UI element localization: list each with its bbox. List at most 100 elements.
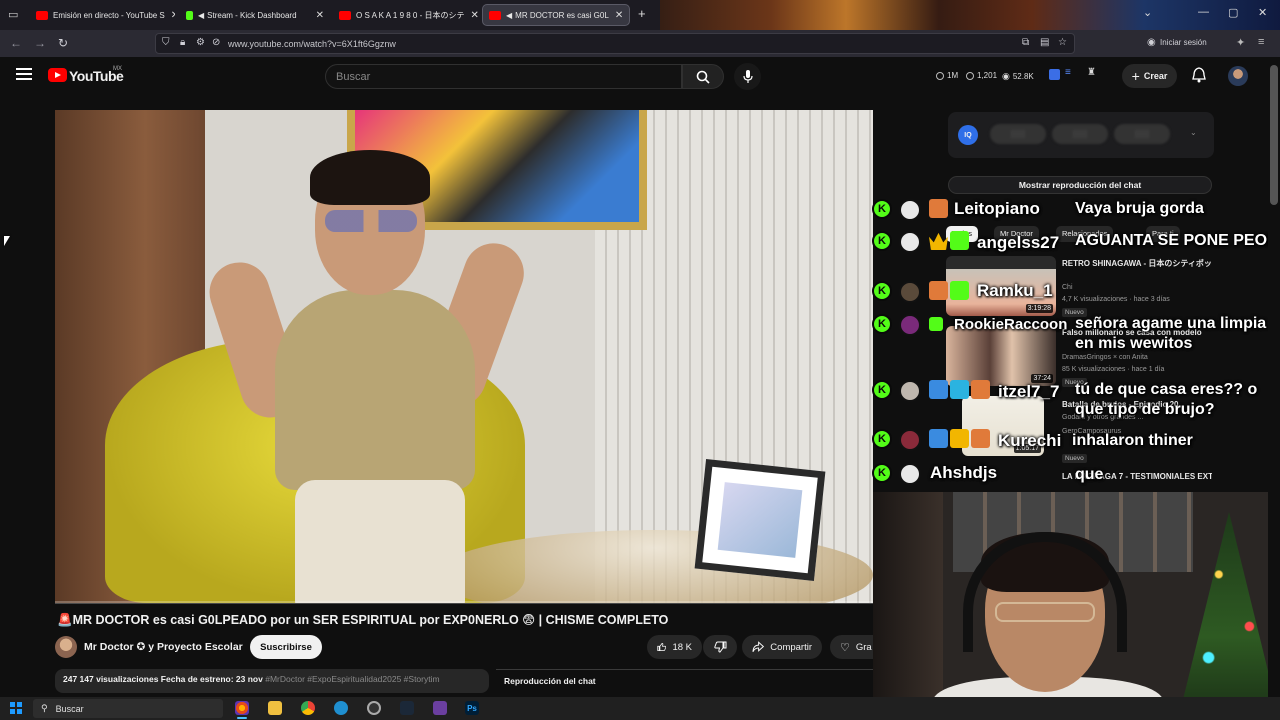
search-box[interactable] [325, 64, 682, 89]
heart-dollar-icon: ♡ [840, 641, 850, 654]
edge-icon[interactable] [334, 701, 348, 715]
chevron-down-icon[interactable]: ⌄ [1190, 128, 1197, 137]
maximize-icon[interactable]: ▢ [1228, 6, 1238, 19]
signin-link[interactable]: Iniciar sesión [1160, 38, 1207, 47]
verified-badge-icon [929, 317, 943, 331]
file-explorer-icon[interactable] [268, 701, 282, 715]
thanks-button[interactable]: ♡ Gra [830, 635, 873, 659]
youtube-favicon-icon [36, 10, 48, 20]
share-icon [752, 641, 765, 652]
shield-icon[interactable]: ⛉ [162, 37, 170, 48]
list-extension-icon[interactable]: ≡ [1065, 67, 1071, 78]
browser-tab-strip: ▭ Emisión en directo - YouTube S ✕ ◀ Str… [0, 0, 1280, 30]
description-tags[interactable]: #MrDoctor #ExpoEspiritualidad2025 #Story… [265, 674, 439, 684]
description-meta: 247 147 visualizaciones Fecha de estreno… [63, 674, 263, 684]
eye-icon: ◉ [1002, 71, 1010, 81]
audio-icon: ◀ [198, 10, 205, 20]
search-button[interactable] [682, 64, 724, 89]
reload-icon[interactable]: ↻ [58, 36, 68, 50]
tab-osaka-1980[interactable]: O S A K A 1 9 8 0 - 日本のシテ ✕ [333, 4, 478, 26]
reader-icon[interactable]: ▤ [1040, 37, 1049, 48]
new-tab-icon[interactable]: + [638, 6, 646, 21]
account-avatar[interactable] [1228, 66, 1248, 86]
subscribe-button[interactable]: Suscribirse [250, 635, 322, 659]
autoplay-blocked-icon[interactable]: ⊘ [212, 37, 220, 48]
close-tab-icon[interactable]: ✕ [609, 10, 623, 21]
extension-pill[interactable]: ▒▒▒ [1114, 124, 1170, 144]
user-avatar [899, 380, 921, 402]
youtube-masthead: YouTube MX 1M 1,201 ◉ 52.8K ≡ ♜ + Crear [0, 57, 1280, 97]
subscriber-badge-icon [971, 380, 990, 399]
video-title: 🚨MR DOCTOR es casi G0LPEADO por un SER E… [57, 613, 669, 627]
kick-logo-icon: K [872, 463, 892, 483]
extension-panel: IQ ▒▒▒ ▒▒▒ ▒▒▒ ⌄ [948, 112, 1214, 158]
close-window-icon[interactable]: ✕ [1258, 6, 1267, 19]
video-player[interactable] [55, 110, 873, 603]
trophy-icon[interactable]: ♜ [1087, 67, 1096, 78]
chat-username: Ahshdjs [930, 463, 998, 482]
firefox-icon[interactable] [235, 701, 249, 715]
extension-icon[interactable] [1049, 69, 1060, 80]
chat-replay-header[interactable]: Reproducción del chat [496, 669, 873, 693]
like-button[interactable]: 18 K [647, 635, 702, 659]
extension-logo-icon[interactable]: IQ [958, 125, 978, 145]
photoshop-icon[interactable]: Ps [465, 701, 479, 715]
close-tab-icon[interactable]: ✕ [165, 10, 175, 21]
tab-youtube-studio[interactable]: Emisión en directo - YouTube S ✕ [30, 4, 175, 26]
lock-icon[interactable]: 🔒︎ [180, 37, 185, 48]
stat-likes: 1,201 [966, 71, 997, 80]
windows-start-icon[interactable] [10, 702, 22, 714]
chrome-icon[interactable] [301, 701, 315, 715]
extension-pill[interactable]: ▒▒▒ [1052, 124, 1108, 144]
extensions-icon[interactable]: ✦ [1236, 36, 1245, 49]
tab-overflow-icon[interactable]: ⌄ [1143, 6, 1152, 19]
taskbar-search[interactable]: ⚲ Buscar [33, 699, 223, 718]
channel-name[interactable]: Mr Doctor ✪ y Proyecto Escolar [84, 641, 243, 653]
share-label: Compartir [770, 641, 812, 653]
steam-icon[interactable] [400, 701, 414, 715]
create-button[interactable]: + Crear [1122, 64, 1177, 88]
forward-icon[interactable]: → [34, 36, 46, 50]
tab-mr-doctor-active[interactable]: ◀ MR DOCTOR es casi G0L ✕ [482, 4, 630, 26]
account-icon[interactable]: ◉ [1147, 37, 1156, 48]
minimize-icon[interactable]: — [1198, 6, 1209, 18]
back-icon[interactable]: ← [10, 36, 22, 50]
kick-logo-icon: K [872, 380, 892, 400]
chat-text: AGUANTA SE PONE PEOR [1075, 232, 1279, 249]
stat-value: 52.8K [1012, 72, 1034, 81]
tab-label: MR DOCTOR es casi G0L [515, 10, 609, 20]
user-avatar [899, 429, 921, 451]
stat-views: 1M [936, 71, 958, 80]
notifications-bell-icon[interactable] [1192, 67, 1206, 83]
tab-kick-dashboard[interactable]: ◀ Stream - Kick Dashboard ✕ [180, 4, 330, 26]
chat-text: inhalaron thiner [1072, 432, 1193, 449]
permissions-icon[interactable]: ⚙ [196, 37, 205, 48]
scrollbar-thumb[interactable] [1270, 65, 1278, 205]
picture-in-picture-icon[interactable]: ⧉ [1022, 37, 1029, 48]
channel-avatar[interactable] [55, 636, 77, 658]
page-scrollbar[interactable] [1268, 57, 1280, 697]
video-description[interactable]: 247 147 visualizaciones Fecha de estreno… [55, 669, 489, 693]
search-input[interactable] [326, 65, 681, 88]
voice-search-button[interactable] [734, 63, 761, 90]
dislike-button[interactable] [703, 635, 737, 659]
extension-pill[interactable]: ▒▒▒ [990, 124, 1046, 144]
close-tab-icon[interactable]: ✕ [310, 10, 324, 21]
share-button[interactable]: Compartir [742, 635, 822, 659]
audio-playing-icon[interactable]: ◀ [506, 11, 512, 20]
url-bar[interactable]: ⛉ 🔒︎ ⚙ ⊘ www.youtube.com/watch?v=6X1ft6G… [155, 33, 1075, 54]
bookmark-star-icon[interactable]: ☆ [1058, 37, 1067, 48]
kick-favicon-icon [186, 10, 193, 20]
video-progress-bar[interactable] [55, 601, 873, 604]
thumb-icon [966, 71, 974, 80]
tab-list-icon[interactable]: ▭ [8, 8, 18, 21]
thumbs-down-icon [713, 641, 726, 653]
guide-menu-icon[interactable] [16, 68, 32, 80]
app-icon[interactable] [433, 701, 447, 715]
thumbs-up-icon [657, 643, 667, 651]
url-text[interactable]: www.youtube.com/watch?v=6X1ft6Ggznw [228, 39, 396, 49]
youtube-logo-icon[interactable] [48, 68, 67, 82]
close-tab-icon[interactable]: ✕ [465, 10, 479, 21]
obs-icon[interactable] [367, 701, 381, 715]
menu-icon[interactable]: ≡ [1258, 36, 1264, 48]
